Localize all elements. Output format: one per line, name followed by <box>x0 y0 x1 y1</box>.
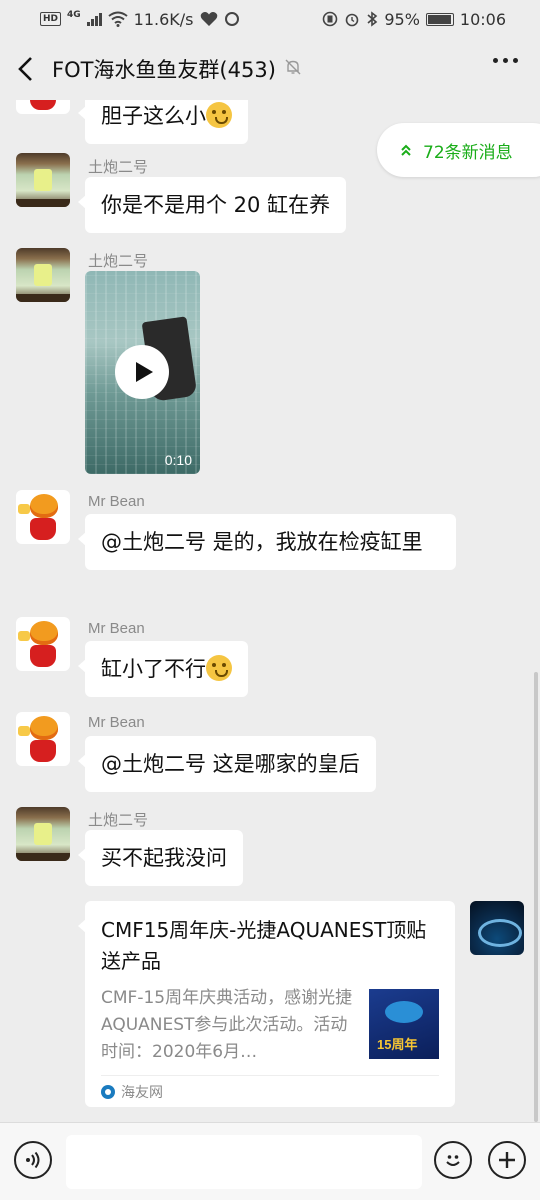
avatar[interactable] <box>16 100 70 114</box>
chat-title: FOT海水鱼鱼友群(453) <box>52 54 302 84</box>
message-bubble[interactable]: 你是不是用个 20 缸在养 <box>77 177 347 233</box>
thinking-emoji-icon <box>206 655 232 681</box>
heart-icon <box>200 12 217 26</box>
avatar[interactable] <box>16 712 70 766</box>
message-text: @土炮二号 这是哪家的皇后 <box>101 752 360 776</box>
hd-indicator: HD <box>40 12 62 26</box>
thinking-emoji-icon <box>206 102 232 128</box>
sender-name: Mr Bean <box>88 493 145 510</box>
emoji-button[interactable] <box>434 1141 472 1179</box>
link-card[interactable]: CMF15周年庆-光捷AQUANEST顶贴送产品 CMF-15周年庆典活动，感谢… <box>78 901 455 1107</box>
source-logo-icon <box>101 1084 115 1099</box>
chevron-left-icon <box>18 57 32 81</box>
back-button[interactable] <box>0 38 52 100</box>
network-speed: 11.6K/s <box>133 9 194 29</box>
sender-name: 土炮二号 <box>88 812 149 829</box>
sender-name: 土炮二号 <box>88 159 149 176</box>
message-input[interactable] <box>66 1135 422 1189</box>
chat-header: FOT海水鱼鱼友群(453) <box>0 38 540 100</box>
message-text: 买不起我没问 <box>101 846 227 870</box>
message-text: 胆子这么小 <box>101 104 206 128</box>
play-icon[interactable] <box>115 345 169 399</box>
sender-name: 土炮二号 <box>88 253 149 270</box>
new-messages-label: 72条新消息 <box>423 142 513 163</box>
more-options-button[interactable] <box>493 58 518 63</box>
sync-icon <box>224 12 239 26</box>
sender-name: Mr Bean <box>88 714 145 731</box>
signal-icon <box>86 12 102 26</box>
avatar[interactable] <box>16 617 70 671</box>
network-type: 4G <box>67 9 81 20</box>
clock: 10:06 <box>459 9 506 29</box>
scrollbar[interactable] <box>534 672 538 1122</box>
source-name: 海友网 <box>121 1084 163 1101</box>
avatar[interactable] <box>16 807 70 861</box>
new-messages-button[interactable]: 72条新消息 <box>377 123 540 177</box>
battery-icon <box>425 12 454 26</box>
thumbnail-badge: 15周年 <box>377 1037 418 1052</box>
message-text: 缸小了不行 <box>101 657 206 681</box>
message-text: 你是不是用个 20 缸在养 <box>101 193 331 217</box>
video-message[interactable]: 0:10 <box>85 271 200 474</box>
add-more-button[interactable] <box>488 1141 526 1179</box>
message-list[interactable]: 胆子这么小 72条新消息 土炮二号 你是不是用个 20 缸在养 土炮二号 0:1… <box>0 100 540 1122</box>
message-bubble[interactable]: 胆子这么小 <box>78 100 248 144</box>
vibrate-icon <box>323 11 338 27</box>
alarm-icon <box>346 13 359 27</box>
input-bar <box>0 1122 540 1200</box>
status-bar: HD 4G 11.6K/s 95% 10:06 <box>0 0 540 38</box>
link-card-description: CMF-15周年庆典活动，感谢光捷AQUANEST参与此次活动。活动时间：202… <box>101 988 353 1062</box>
avatar[interactable] <box>16 153 70 207</box>
wifi-icon <box>108 11 128 27</box>
avatar[interactable] <box>16 490 70 544</box>
double-chevron-up-icon <box>401 144 411 156</box>
group-name: FOT海水鱼鱼友群(453) <box>52 58 276 82</box>
message-bubble[interactable]: @土炮二号 这是哪家的皇后 <box>78 736 376 792</box>
my-avatar[interactable] <box>470 901 524 955</box>
smiley-icon <box>446 1155 460 1166</box>
sender-name: Mr Bean <box>88 620 145 637</box>
battery-percent: 95% <box>384 9 420 29</box>
link-card-source: 海友网 <box>101 1075 439 1107</box>
mute-bell-icon <box>284 57 302 81</box>
voice-icon <box>26 1151 40 1169</box>
plus-icon <box>499 1152 515 1168</box>
voice-button[interactable] <box>14 1141 52 1179</box>
bluetooth-icon <box>367 11 378 27</box>
message-bubble[interactable]: 买不起我没问 <box>78 830 243 886</box>
message-bubble[interactable]: 缸小了不行 <box>78 641 248 697</box>
avatar[interactable] <box>16 248 70 302</box>
message-bubble[interactable]: @土炮二号 是的，我放在检疫缸里 <box>78 514 456 570</box>
link-card-thumbnail: 15周年 <box>369 989 439 1059</box>
video-duration: 0:10 <box>164 452 192 468</box>
link-card-title: CMF15周年庆-光捷AQUANEST顶贴送产品 <box>101 918 427 973</box>
message-text: @土炮二号 是的，我放在检疫缸里 <box>101 530 423 554</box>
